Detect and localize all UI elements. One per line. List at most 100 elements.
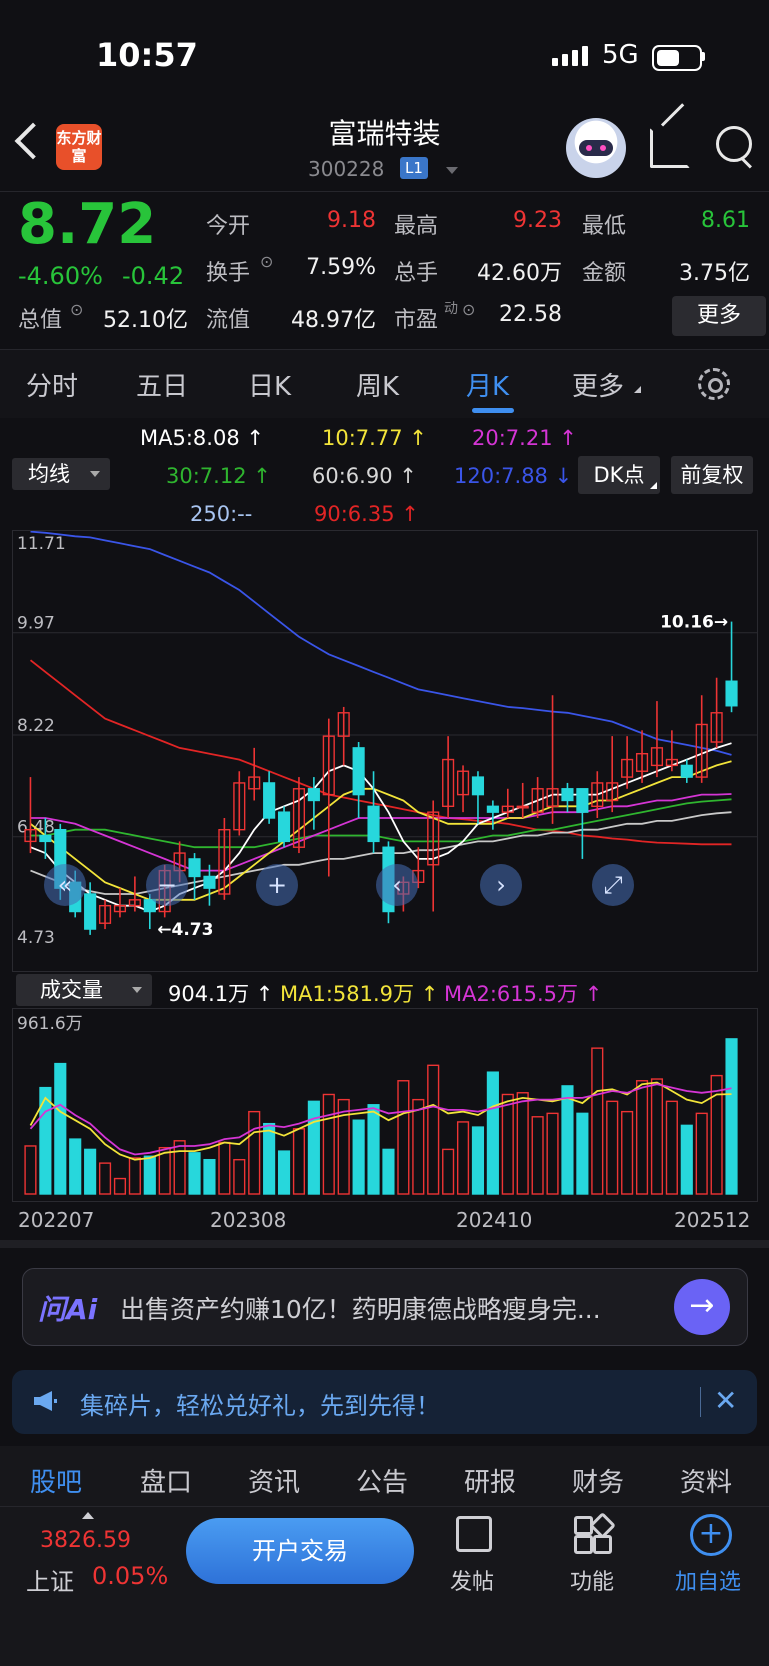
volume-bar (233, 1158, 246, 1195)
volume-current: 904.1万 ↑ (168, 982, 274, 1006)
share-icon[interactable] (650, 128, 690, 168)
ai-logo: 问Ai (38, 1293, 98, 1326)
volume-bar (576, 1112, 589, 1195)
volume-bar (412, 1098, 425, 1195)
function-label[interactable]: 功能 (552, 1564, 632, 1596)
volume-bar (665, 1100, 678, 1195)
tab-more[interactable]: 更多 (572, 366, 624, 403)
candle-body (277, 811, 291, 843)
candle-body (471, 776, 485, 796)
tab-profile[interactable]: 资料 (680, 1462, 732, 1499)
volume-bar (725, 1038, 738, 1195)
ai-news-text[interactable]: 出售资产约赚10亿！药明康德战略瘦身完... (120, 1290, 601, 1326)
candle-body (680, 764, 693, 778)
dk-point-button[interactable]: DK点 (578, 456, 660, 494)
edit-icon[interactable] (456, 1516, 492, 1552)
info-icon[interactable]: ⊙ (462, 300, 475, 319)
adjust-button[interactable]: 前复权 (671, 456, 753, 494)
candle-body (84, 893, 97, 930)
info-icon[interactable]: ⊙ (260, 252, 273, 271)
volume-bar (635, 1080, 649, 1195)
float-label: 流值 (206, 308, 251, 333)
volume-bar (218, 1141, 231, 1195)
candle-body (352, 747, 365, 796)
next-icon: › (496, 871, 506, 899)
ma60-label: 60:6.90 ↑ (312, 464, 417, 488)
ma10-label: 10:7.77 ↑ (322, 426, 427, 450)
volume-bar (113, 1177, 127, 1195)
tab-weekly-k[interactable]: 周K (356, 366, 399, 403)
search-icon-handle (739, 156, 752, 169)
index-up-icon (82, 1512, 94, 1519)
arrow-right-icon[interactable]: → (674, 1279, 730, 1335)
current-price: 8.72 (18, 192, 157, 257)
zoom-out-icon: − (157, 871, 177, 899)
tab-five-day[interactable]: 五日 (136, 366, 188, 403)
gear-icon[interactable] (698, 368, 730, 400)
volume-bar (188, 1152, 201, 1195)
ma20-label: 20:7.21 ↑ (472, 426, 577, 450)
promo-divider (700, 1387, 701, 1417)
tab-announcements[interactable]: 公告 (356, 1462, 408, 1499)
low-label: 最低 (582, 214, 627, 239)
volume-bar (307, 1100, 320, 1195)
volume-chart[interactable]: 961.6万 (12, 1008, 758, 1202)
add-icon[interactable]: + (690, 1514, 732, 1556)
candle-body (188, 858, 201, 878)
x-tick-label: 202308 (210, 1208, 287, 1232)
candle-body (263, 782, 276, 819)
add-watchlist-label[interactable]: 加自选 (668, 1564, 748, 1596)
volume-bar (501, 1093, 514, 1195)
kline-chart[interactable]: 11.71 9.97 8.22 6.48 4.73 10.16→ ←4.73 «− + ‹ › ⤢ (12, 530, 758, 972)
volume-ma1: MA1:581.9万 ↑ (280, 982, 439, 1006)
rewind-icon: « (58, 871, 73, 899)
open-label: 今开 (206, 214, 251, 239)
volume-bar (98, 1162, 112, 1195)
volume-bar (427, 1064, 440, 1195)
tab-orderbook[interactable]: 盘口 (140, 1462, 192, 1499)
indicator-dropdown[interactable]: 均线 (12, 458, 110, 490)
tab-intraday[interactable]: 分时 (26, 366, 78, 403)
info-icon[interactable]: ⊙ (70, 300, 83, 319)
robot-assistant-icon[interactable] (566, 118, 626, 178)
x-tick-label: 202207 (18, 1208, 95, 1232)
level-badge[interactable]: L1 (400, 157, 428, 179)
volume-bar (203, 1158, 216, 1195)
index-percent[interactable]: 0.05% (92, 1562, 168, 1590)
volume-bar (54, 1062, 67, 1195)
post-label[interactable]: 发帖 (432, 1564, 512, 1596)
tab-finance[interactable]: 财务 (572, 1462, 624, 1499)
close-icon[interactable]: ✕ (714, 1384, 737, 1417)
tab-news[interactable]: 资讯 (248, 1462, 300, 1499)
candle-body (39, 834, 52, 843)
battery-tip (702, 52, 705, 61)
grid-icon[interactable] (574, 1512, 616, 1554)
volume-bar (680, 1124, 693, 1195)
volume-bar (173, 1140, 186, 1195)
volume-bar (546, 1112, 559, 1195)
candle-body (486, 805, 499, 813)
tab-forum[interactable]: 股吧 (30, 1462, 82, 1499)
volume-bar (382, 1148, 395, 1195)
index-name[interactable]: 上证 (26, 1562, 74, 1597)
open-account-trade-button[interactable]: 开户交易 (186, 1518, 414, 1584)
high-label: 最高 (394, 214, 439, 239)
volume-bar (292, 1128, 306, 1195)
candle-body (725, 680, 738, 707)
tab-daily-k[interactable]: 日K (248, 366, 291, 403)
more-button[interactable]: 更多 (672, 296, 766, 336)
candle-body (561, 788, 574, 802)
chevron-down-icon[interactable] (446, 167, 458, 174)
volume-indicator-dropdown[interactable]: 成交量 (16, 974, 152, 1006)
tab-research[interactable]: 研报 (464, 1462, 516, 1499)
amount-value: 3.75亿 (679, 261, 750, 286)
float-value: 48.97亿 (291, 308, 376, 333)
volume-bar (143, 1155, 156, 1195)
search-icon[interactable] (716, 126, 752, 162)
volume-bar (24, 1145, 37, 1195)
index-value[interactable]: 3826.59 (40, 1528, 131, 1553)
tab-monthly-k[interactable]: 月K (466, 366, 509, 403)
amount-label: 金额 (582, 261, 627, 286)
mktcap-value: 52.10亿 (103, 308, 188, 333)
more-corner-icon (634, 386, 641, 393)
